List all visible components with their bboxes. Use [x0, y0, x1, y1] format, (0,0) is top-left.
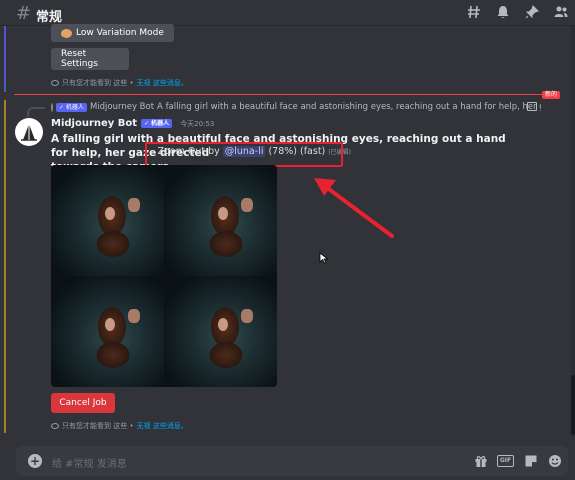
- notification-bell-icon[interactable]: [495, 4, 511, 20]
- channel-name: 常规: [36, 10, 63, 25]
- ephemeral-notice: 只有您才能看到 这些 • 无视 这些消息。: [51, 78, 188, 88]
- low-variation-mode-button[interactable]: Low Variation Mode: [51, 24, 174, 42]
- eye-icon: [51, 80, 59, 86]
- image-tile[interactable]: [51, 165, 164, 276]
- image-tile[interactable]: [164, 276, 277, 387]
- cancel-job-button[interactable]: Cancel Job: [51, 393, 115, 413]
- message-accent-bar: [4, 100, 6, 433]
- reply-author: Midjourney Bot: [89, 102, 155, 112]
- image-tile[interactable]: [51, 276, 164, 387]
- emoji-icon: [61, 28, 72, 38]
- generated-image-grid[interactable]: [51, 165, 277, 387]
- emoji-picker-icon[interactable]: [547, 453, 562, 468]
- new-messages-badge: 新的: [541, 91, 560, 99]
- reply-text: A falling girl with a beautiful face and…: [157, 102, 541, 112]
- message-author[interactable]: Midjourney Bot: [51, 118, 137, 129]
- new-messages-divider: [14, 94, 556, 95]
- member-list-icon[interactable]: [553, 4, 569, 20]
- mouse-cursor-icon: [319, 252, 329, 264]
- reply-spine: [27, 107, 45, 117]
- message-input[interactable]: 给 #常规 发消息: [52, 455, 127, 470]
- message-composer[interactable]: + 给 #常规 发消息 GIF: [16, 446, 568, 476]
- ephemeral-text: 只有您才能看到 这些 •: [62, 422, 134, 430]
- avatar[interactable]: [15, 118, 43, 146]
- message-header: Midjourney Bot ✓ 机器人 今天20:53: [51, 118, 214, 129]
- bot-tag: ✓ 机器人: [141, 119, 173, 128]
- gift-icon[interactable]: [473, 453, 488, 468]
- reply-avatar: [51, 102, 53, 112]
- reply-preview[interactable]: ✓ 机器人 Midjourney Bot A falling girl with…: [51, 102, 541, 112]
- scrollbar-thumb[interactable]: [571, 375, 575, 435]
- reset-settings-button[interactable]: Reset Settings: [51, 48, 129, 70]
- message-timestamp: 今天20:53: [180, 119, 215, 128]
- gif-icon[interactable]: GIF: [497, 454, 514, 467]
- pin-icon[interactable]: [524, 4, 540, 20]
- composer-toolbar: GIF: [473, 453, 562, 468]
- dismiss-link[interactable]: 无视 这些消息。: [137, 78, 188, 88]
- ephemeral-notice: 只有您才能看到 这些 • 无视 这些消息。: [51, 421, 188, 431]
- dismiss-link[interactable]: 无视 这些消息。: [137, 421, 188, 431]
- low-variation-label: Low Variation Mode: [76, 28, 164, 38]
- annotation-highlight-box: [145, 142, 343, 167]
- add-attachment-button[interactable]: +: [28, 454, 42, 468]
- sticker-icon[interactable]: [523, 453, 538, 468]
- message-accent-bar: [4, 26, 6, 92]
- channel-header: # 常规: [0, 0, 575, 26]
- ephemeral-text: 只有您才能看到 这些 •: [62, 79, 134, 87]
- bot-tag: ✓ 机器人: [56, 102, 87, 112]
- channel-hash-icon: #: [16, 3, 32, 24]
- annotation-arrow-icon: [314, 178, 394, 238]
- eye-icon: [51, 423, 59, 429]
- threads-icon[interactable]: [466, 4, 482, 20]
- image-icon: [527, 102, 537, 111]
- header-toolbar: [466, 4, 569, 20]
- image-tile[interactable]: [164, 165, 277, 276]
